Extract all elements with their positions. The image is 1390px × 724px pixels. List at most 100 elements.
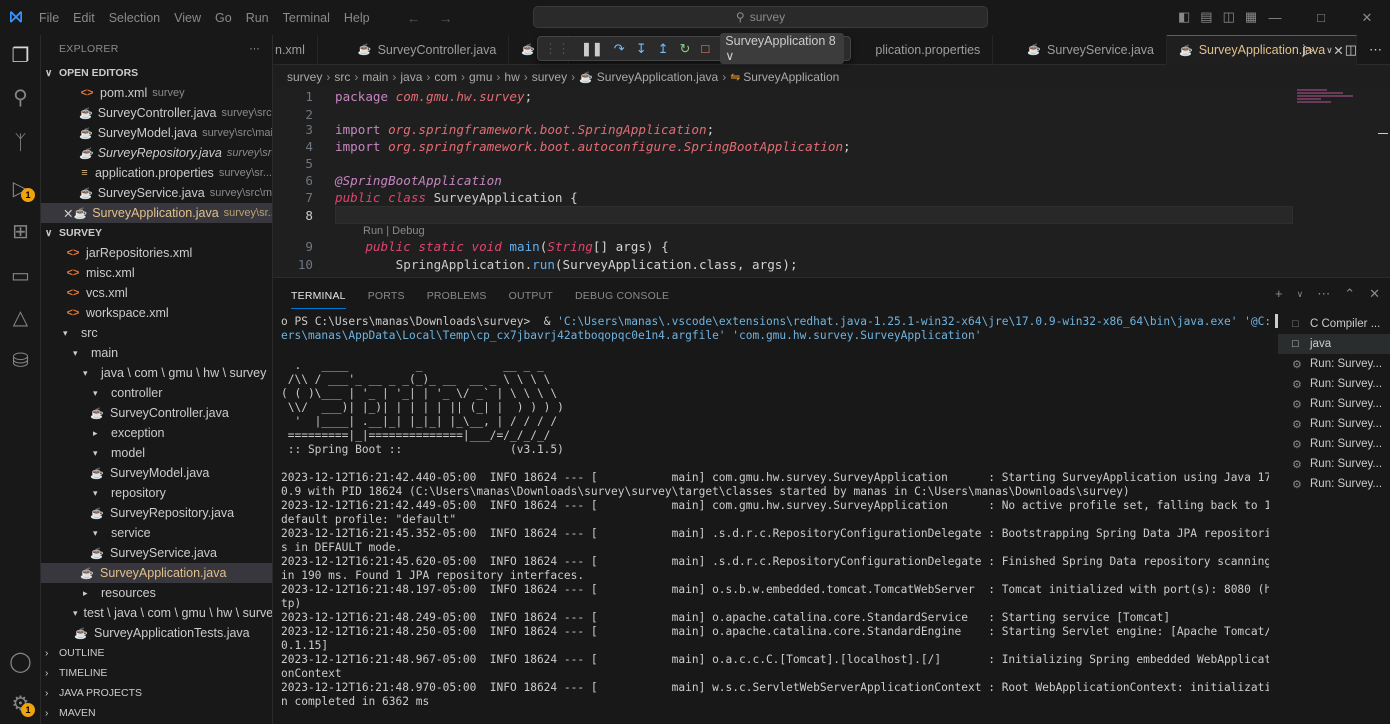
menu-terminal[interactable]: Terminal (276, 11, 337, 25)
tree-file-vcs[interactable]: <> vcs.xml (41, 283, 272, 303)
timeline-section[interactable]: › TIMELINE (41, 663, 272, 683)
maven-section[interactable]: › MAVEN (41, 703, 272, 723)
forward-arrow-icon[interactable]: → (439, 10, 471, 26)
breadcrumb-main[interactable]: main (362, 70, 388, 84)
tree-folder-controller[interactable]: ▾ controller (41, 383, 272, 403)
extensions-icon[interactable]: ⊞ (0, 211, 41, 251)
terminal-item-run-survey[interactable]: ⚙ Run: Survey... (1278, 414, 1390, 434)
search-view-icon[interactable]: ⚲ (0, 77, 41, 117)
close-panel-icon[interactable]: ✕ (1369, 286, 1380, 302)
testing-icon[interactable]: △ (0, 297, 41, 337)
maximize-icon[interactable]: □ (1298, 0, 1344, 35)
close-editor-icon[interactable]: ✕ (63, 206, 73, 221)
open-editor-controller[interactable]: ☕SurveyController.javasurvey\src... (41, 103, 272, 123)
more-actions-icon[interactable]: ⋯ (249, 43, 260, 55)
tab-ports[interactable]: PORTS (368, 290, 405, 302)
tab-terminal[interactable]: TERMINAL (291, 290, 346, 309)
breadcrumb-survey-pkg[interactable]: survey (532, 70, 567, 84)
survey-project-section[interactable]: ∨ SURVEY (41, 223, 272, 243)
new-terminal-icon[interactable]: + (1275, 286, 1283, 302)
toggle-sidebar-icon[interactable]: ◧ (1178, 9, 1190, 25)
terminal-item-run-survey[interactable]: ⚙ Run: Survey... (1278, 394, 1390, 414)
more-actions-icon[interactable]: ⋯ (1317, 286, 1330, 302)
chevron-down-icon[interactable]: ∨ (1297, 289, 1304, 302)
tree-file-workspace[interactable]: <> workspace.xml (41, 303, 272, 323)
open-editor-properties[interactable]: ≡ application.properties survey\sr... (41, 163, 272, 183)
manage-gear-icon[interactable]: ⚙ 1 (0, 683, 41, 723)
tab-pom[interactable]: n.xml (273, 34, 318, 65)
menu-run[interactable]: Run (239, 11, 276, 25)
tab-service[interactable]: ☕ SurveyService.java (993, 34, 1168, 65)
terminal-item-run-survey[interactable]: ⚙ Run: Survey... (1278, 454, 1390, 474)
step-into-icon[interactable]: ↧ (636, 41, 647, 57)
account-icon[interactable]: ◯ (0, 641, 41, 681)
breadcrumb-java[interactable]: java (400, 70, 422, 84)
menu-file[interactable]: File (32, 11, 66, 25)
tree-folder-package[interactable]: ▾ java \ com \ gmu \ hw \ survey (41, 363, 272, 383)
tab-problems[interactable]: PROBLEMS (427, 290, 487, 302)
tree-file-tests[interactable]: ☕ SurveyApplicationTests.java (41, 623, 272, 643)
breadcrumb-com[interactable]: com (434, 70, 457, 84)
run-file-icon[interactable]: ▷ (1304, 42, 1314, 58)
tree-folder-test[interactable]: ▾ test \ java \ com \ gmu \ hw \ survey (41, 603, 272, 623)
outline-section[interactable]: › OUTLINE (41, 643, 272, 663)
tree-folder-resources[interactable]: ▸ resources (41, 583, 272, 603)
tree-file-jarrepositories[interactable]: <> jarRepositories.xml (41, 243, 272, 263)
tree-folder-model[interactable]: ▾ model (41, 443, 272, 463)
breadcrumb-src[interactable]: src (334, 70, 350, 84)
debug-config-select[interactable]: SurveyApplication 8 ∨ (720, 33, 844, 64)
open-editors-section[interactable]: ∨ OPEN EDITORS (41, 63, 272, 83)
tree-folder-exception[interactable]: ▸ exception (41, 423, 272, 443)
breadcrumb-class[interactable]: SurveyApplication (743, 70, 839, 84)
tree-file-service[interactable]: ☕ SurveyService.java (41, 543, 272, 563)
code-editor[interactable]: 1 package com.gmu.hw.survey; 2 3 import or… (273, 87, 1390, 277)
open-editor-service[interactable]: ☕SurveyService.javasurvey\src\m... (41, 183, 272, 203)
open-editor-pom[interactable]: <> pom.xml survey (41, 83, 272, 103)
tree-file-misc[interactable]: <> misc.xml (41, 263, 272, 283)
split-editor-icon[interactable]: ◫ (1345, 42, 1357, 58)
step-out-icon[interactable]: ↥ (658, 41, 669, 57)
step-over-icon[interactable]: ↷ (614, 41, 625, 57)
breadcrumb-gmu[interactable]: gmu (469, 70, 492, 84)
minimap[interactable] (1293, 87, 1373, 277)
terminal-item-run-survey[interactable]: ⚙ Run: Survey... (1278, 434, 1390, 454)
open-editor-model[interactable]: ☕SurveyModel.javasurvey\src\mai... (41, 123, 272, 143)
tab-controller[interactable]: ☕ SurveyController.java (318, 34, 510, 65)
tab-debug-console[interactable]: DEBUG CONSOLE (575, 290, 669, 302)
terminal-output[interactable]: o PS C:\Users\manas\Downloads\survey> & … (281, 315, 1269, 724)
tree-folder-main[interactable]: ▾ main (41, 343, 272, 363)
command-center-search[interactable]: ⚲ survey (533, 6, 988, 28)
tree-file-repository[interactable]: ☕ SurveyRepository.java (41, 503, 272, 523)
terminal-item-run-survey[interactable]: ⚙ Run: Survey... (1278, 474, 1390, 494)
tree-file-model[interactable]: ☕ SurveyModel.java (41, 463, 272, 483)
drag-handle-icon[interactable]: ⋮⋮ (544, 41, 570, 57)
breadcrumb-survey[interactable]: survey (287, 70, 322, 84)
terminal-item-java[interactable]: □ java (1278, 334, 1390, 354)
more-actions-icon[interactable]: ⋯ (1369, 42, 1382, 58)
tree-file-controller[interactable]: ☕ SurveyController.java (41, 403, 272, 423)
run-debug-codelens[interactable]: Run | Debug (363, 225, 425, 237)
toggle-secondary-sidebar-icon[interactable]: ◫ (1223, 9, 1235, 25)
menu-go[interactable]: Go (208, 11, 239, 25)
terminal-item-run-survey[interactable]: ⚙ Run: Survey... (1278, 374, 1390, 394)
chevron-down-icon[interactable]: ∨ (1326, 45, 1333, 56)
pause-icon[interactable]: ❚❚ (581, 41, 603, 57)
menu-edit[interactable]: Edit (66, 11, 102, 25)
menu-help[interactable]: Help (337, 11, 377, 25)
remote-explorer-icon[interactable]: ▭ (0, 255, 41, 295)
tree-folder-service[interactable]: ▾ service (41, 523, 272, 543)
tree-file-application[interactable]: ☕ SurveyApplication.java (41, 563, 272, 583)
terminal-item-c-compiler[interactable]: □ C Compiler ... (1278, 314, 1390, 334)
back-arrow-icon[interactable]: ← (407, 10, 439, 26)
menu-view[interactable]: View (167, 11, 208, 25)
breadcrumb-file[interactable]: SurveyApplication.java (597, 70, 718, 84)
restart-icon[interactable]: ↻ (680, 41, 691, 57)
close-window-icon[interactable]: ✕ (1344, 0, 1390, 35)
explorer-icon[interactable]: ❐ (0, 35, 41, 75)
java-projects-section[interactable]: › JAVA PROJECTS (41, 683, 272, 703)
tree-folder-repository[interactable]: ▾ repository (41, 483, 272, 503)
breadcrumb-hw[interactable]: hw (504, 70, 519, 84)
database-icon[interactable]: ⛁ (0, 340, 41, 380)
open-editor-application[interactable]: ✕ ☕ SurveyApplication.java survey\sr... (41, 203, 272, 223)
source-control-icon[interactable]: ᛉ (0, 123, 41, 163)
